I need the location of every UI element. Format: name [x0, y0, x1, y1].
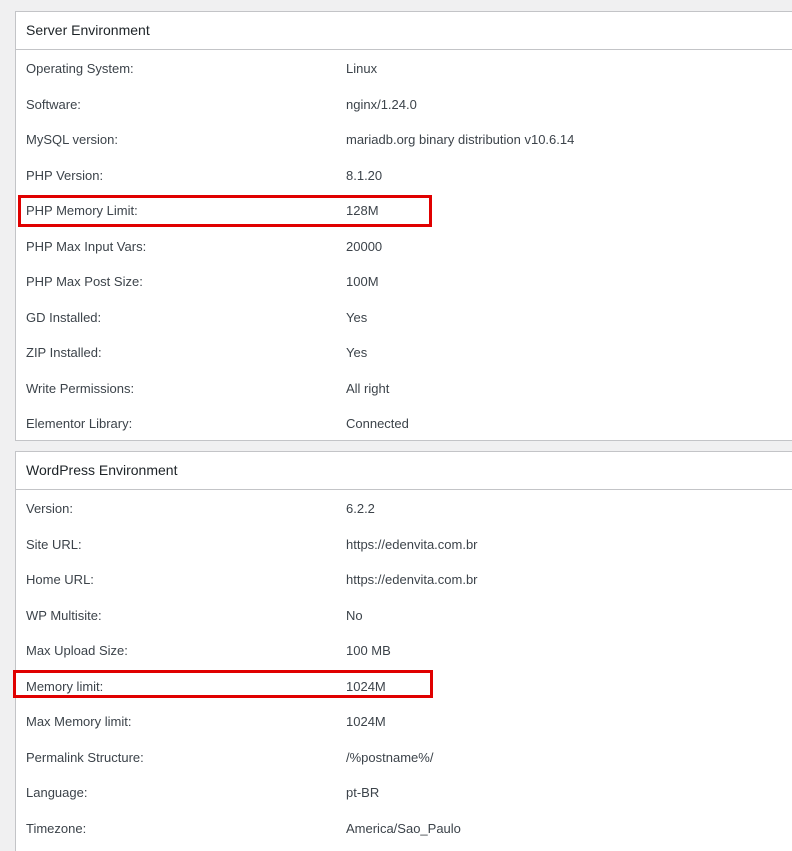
- row-value: https://edenvita.com.br: [346, 536, 478, 552]
- row-memory-limit: Memory limit: 1024M: [16, 669, 792, 705]
- row-value: 1024M: [346, 678, 386, 694]
- row-max-memory-limit: Max Memory limit: 1024M: [16, 704, 792, 740]
- row-value: 100M: [346, 274, 379, 289]
- row-label: Language:: [26, 785, 88, 800]
- row-php-max-post-size: PHP Max Post Size: 100M: [16, 264, 792, 300]
- row-value: 20000: [346, 238, 383, 254]
- row-value: No: [346, 607, 363, 623]
- row-write-permissions: Write Permissions: All right: [16, 371, 792, 407]
- row-label: Site URL:: [26, 536, 82, 552]
- row-value: /%postname%/: [346, 749, 434, 765]
- row-label: Max Upload Size:: [26, 643, 128, 658]
- row-label: Memory limit:: [26, 678, 104, 694]
- row-php-max-input-vars: PHP Max Input Vars: 20000: [16, 229, 792, 265]
- row-version: Version: 6.2.2: [16, 491, 792, 527]
- server-environment-rows: Operating System: Linux Software: nginx/…: [16, 50, 792, 442]
- row-php-memory-limit: PHP Memory Limit: 128M: [16, 193, 792, 229]
- row-label: Operating System:: [26, 61, 134, 76]
- wordpress-environment-title: WordPress Environment: [16, 452, 792, 490]
- row-label: MySQL version:: [26, 132, 118, 147]
- row-label: PHP Max Post Size:: [26, 274, 143, 289]
- row-wp-multisite: WP Multisite: No: [16, 598, 792, 634]
- row-value: Linux: [346, 61, 378, 76]
- row-value: Connected: [346, 416, 409, 431]
- wordpress-environment-rows: Version: 6.2.2 Site URL: https://edenvit…: [16, 490, 792, 846]
- row-max-upload-size: Max Upload Size: 100 MB: [16, 633, 792, 669]
- row-value: 6.2.2: [346, 501, 375, 516]
- row-label: WP Multisite:: [26, 607, 102, 623]
- row-value: 1024M: [346, 714, 386, 729]
- row-timezone: Timezone: America/Sao_Paulo: [16, 811, 792, 847]
- row-value: Yes: [346, 345, 368, 360]
- row-value: pt-BR: [346, 785, 380, 800]
- row-value: 8.1.20: [346, 167, 383, 183]
- row-language: Language: pt-BR: [16, 775, 792, 811]
- row-label: Elementor Library:: [26, 416, 133, 431]
- row-zip-installed: ZIP Installed: Yes: [16, 335, 792, 371]
- row-software: Software: nginx/1.24.0: [16, 87, 792, 123]
- row-value: mariadb.org binary distribution v10.6.14: [346, 132, 575, 147]
- row-label: Timezone:: [26, 820, 87, 836]
- row-php-version: PHP Version: 8.1.20: [16, 158, 792, 194]
- system-info-page: Server Environment Operating System: Lin…: [0, 0, 792, 851]
- server-environment-panel: Server Environment Operating System: Lin…: [15, 11, 792, 441]
- server-environment-title: Server Environment: [16, 12, 792, 50]
- row-label: Version:: [26, 501, 73, 516]
- row-permalink-structure: Permalink Structure: /%postname%/: [16, 740, 792, 776]
- wordpress-environment-panel: WordPress Environment Version: 6.2.2 Sit…: [15, 451, 792, 851]
- row-mysql-version: MySQL version: mariadb.org binary distri…: [16, 122, 792, 158]
- row-label: ZIP Installed:: [26, 345, 102, 360]
- row-value: All right: [346, 380, 390, 396]
- row-value: 100 MB: [346, 643, 391, 658]
- row-value: https://edenvita.com.br: [346, 572, 478, 587]
- row-label: PHP Version:: [26, 167, 104, 183]
- row-value: 128M: [346, 203, 379, 218]
- row-operating-system: Operating System: Linux: [16, 51, 792, 87]
- row-gd-installed: GD Installed: Yes: [16, 300, 792, 336]
- row-label: Write Permissions:: [26, 380, 135, 396]
- row-label: Home URL:: [26, 572, 94, 587]
- row-label: Max Memory limit:: [26, 714, 132, 729]
- row-label: PHP Memory Limit:: [26, 203, 138, 218]
- row-value: nginx/1.24.0: [346, 96, 417, 112]
- row-site-url: Site URL: https://edenvita.com.br: [16, 527, 792, 563]
- row-home-url: Home URL: https://edenvita.com.br: [16, 562, 792, 598]
- row-value: America/Sao_Paulo: [346, 820, 461, 836]
- row-value: Yes: [346, 309, 368, 325]
- row-label: Software:: [26, 96, 81, 112]
- row-label: PHP Max Input Vars:: [26, 238, 147, 254]
- row-elementor-library: Elementor Library: Connected: [16, 406, 792, 442]
- row-label: Permalink Structure:: [26, 749, 144, 765]
- row-label: GD Installed:: [26, 309, 102, 325]
